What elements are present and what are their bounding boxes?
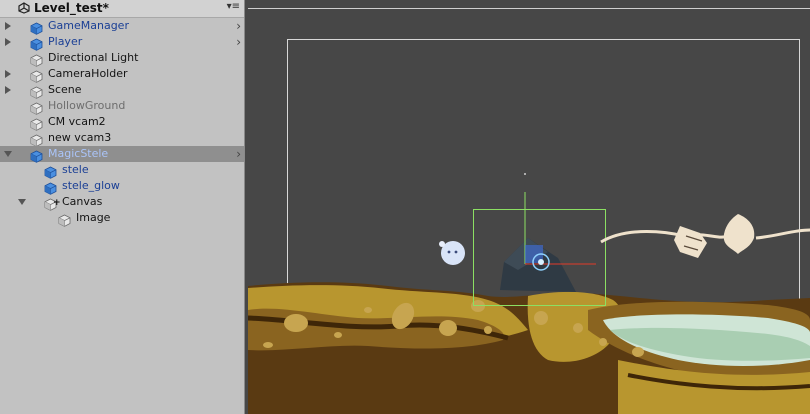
hierarchy-item-label: CameraHolder [48, 67, 128, 80]
hierarchy-item-label: GameManager [48, 19, 129, 32]
cube-icon [58, 212, 71, 227]
hierarchy-item[interactable]: new vcam3 [0, 130, 244, 147]
fold-open-arrow-icon[interactable] [18, 199, 26, 205]
cube-icon [30, 68, 43, 83]
ground-terrain [248, 282, 810, 414]
wind-spirits [600, 214, 810, 258]
fold-closed-arrow-icon[interactable] [5, 70, 11, 78]
hierarchy-item[interactable]: Player › [0, 34, 244, 51]
fold-closed-arrow-icon[interactable] [5, 22, 11, 30]
hierarchy-item-label: HollowGround [48, 99, 126, 112]
hierarchy-item-label: Directional Light [48, 51, 139, 64]
cube-icon [30, 84, 43, 99]
hierarchy-item[interactable]: Image [0, 210, 244, 227]
hierarchy-item[interactable]: HollowGround [0, 98, 244, 115]
hierarchy-menu-button[interactable]: ▾≡ [227, 1, 240, 12]
unity-logo-icon [18, 2, 30, 14]
hierarchy-item[interactable]: CM vcam2 [0, 114, 244, 131]
hierarchy-item[interactable]: Directional Light [0, 50, 244, 67]
cube-icon [30, 100, 43, 115]
prefab-cube-icon [30, 36, 43, 51]
hierarchy-item-label: stele [62, 163, 89, 176]
spirit-creature [439, 241, 465, 265]
hierarchy-panel: Level_test* ▾≡ GameManager › Player › Dire… [0, 0, 245, 414]
hierarchy-item-label: stele_glow [62, 179, 120, 192]
prefab-open-chevron-icon[interactable]: › [236, 147, 241, 161]
scene-header-row[interactable]: Level_test* ▾≡ [0, 0, 244, 18]
scene-canvas [248, 39, 810, 414]
hierarchy-item[interactable]: MagicStele › [0, 146, 244, 163]
cube-icon [30, 132, 43, 147]
fold-open-arrow-icon[interactable] [4, 151, 12, 157]
move-gizmo-icon[interactable] [524, 173, 596, 271]
hierarchy-item-label: Canvas [62, 195, 103, 208]
scene-title: Level_test* [34, 1, 109, 15]
prefab-cube-icon [44, 180, 57, 195]
fold-closed-arrow-icon[interactable] [5, 38, 11, 46]
cube-icon [30, 52, 43, 67]
prefab-cube-icon [30, 20, 43, 35]
fold-closed-arrow-icon[interactable] [5, 86, 11, 94]
scene-view[interactable] [248, 0, 810, 414]
hierarchy-item[interactable]: + Canvas [0, 194, 244, 211]
canvas-plus-icon: + [53, 198, 61, 208]
hierarchy-item-label: MagicStele [48, 147, 109, 160]
hierarchy-item-label: Image [76, 211, 111, 224]
prefab-cube-icon [30, 148, 43, 163]
hierarchy-item-label: Scene [48, 83, 82, 96]
hierarchy-item[interactable]: stele [0, 162, 244, 179]
hierarchy-item-label: Player [48, 35, 83, 48]
prefab-open-chevron-icon[interactable]: › [236, 19, 241, 33]
hierarchy-item-label: CM vcam2 [48, 115, 106, 128]
cube-icon [30, 116, 43, 131]
hierarchy-item[interactable]: Scene [0, 82, 244, 99]
hierarchy-item-label: new vcam3 [48, 131, 112, 144]
hierarchy-item[interactable]: GameManager › [0, 18, 244, 35]
hierarchy-item[interactable]: CameraHolder [0, 66, 244, 83]
prefab-cube-icon [44, 164, 57, 179]
prefab-open-chevron-icon[interactable]: › [236, 35, 241, 49]
hierarchy-item[interactable]: stele_glow [0, 178, 244, 195]
